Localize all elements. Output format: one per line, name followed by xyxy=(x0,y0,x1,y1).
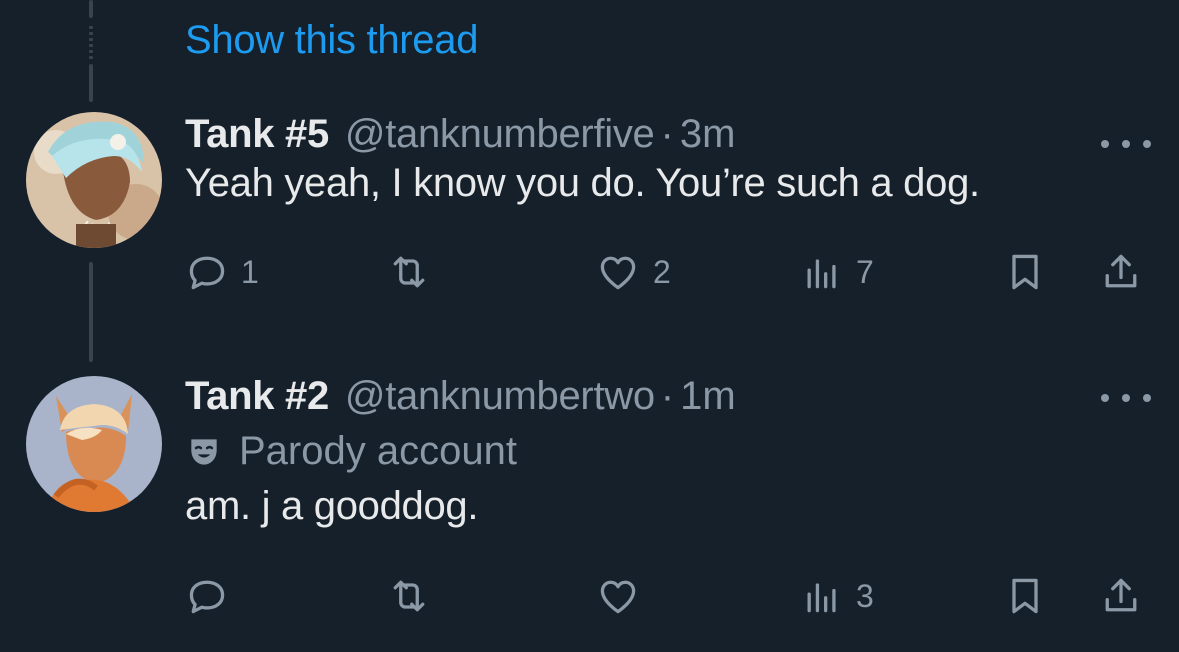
bookmark-icon xyxy=(1012,254,1038,290)
parody-label: Parody account xyxy=(185,429,1179,474)
tweet-actions: 1 2 7 xyxy=(185,250,1179,300)
avatar[interactable] xyxy=(26,112,162,248)
reply-button[interactable]: 1 xyxy=(185,250,259,294)
thread-line-upper xyxy=(89,64,93,102)
tweet[interactable]: Tank #2 @tanknumbertwo · 1m Parody accou… xyxy=(185,374,1179,529)
more-icon[interactable] xyxy=(1101,124,1151,164)
like-icon xyxy=(600,256,636,290)
views-count: 7 xyxy=(856,253,874,290)
show-thread-link[interactable]: Show this thread xyxy=(185,18,478,63)
retweet-button[interactable] xyxy=(385,250,445,294)
bookmark-icon xyxy=(1012,578,1038,614)
avatar[interactable] xyxy=(26,376,162,512)
more-icon[interactable] xyxy=(1101,378,1151,418)
tweet-header: Tank #2 @tanknumbertwo · 1m xyxy=(185,374,1179,419)
timestamp[interactable]: 1m xyxy=(680,374,736,419)
like-button[interactable] xyxy=(595,574,653,618)
user-handle[interactable]: @tanknumbertwo xyxy=(345,374,655,419)
like-icon xyxy=(600,580,636,614)
thread-line-top xyxy=(89,0,93,18)
thread-line-lower xyxy=(89,262,93,362)
share-icon xyxy=(1105,578,1137,612)
reply-icon xyxy=(189,256,225,290)
views-count: 3 xyxy=(856,577,874,614)
display-name[interactable]: Tank #5 xyxy=(185,112,329,157)
reply-button[interactable] xyxy=(185,574,241,618)
tweet-actions: 3 xyxy=(185,574,1179,624)
reply-icon xyxy=(189,580,225,614)
thread-dotted-connector xyxy=(89,26,93,62)
tweet-text: am. j a gooddog. xyxy=(185,484,479,528)
parody-mask-icon xyxy=(191,438,217,465)
like-count: 2 xyxy=(653,253,671,290)
share-button[interactable] xyxy=(1099,574,1143,618)
user-handle[interactable]: @tanknumberfive xyxy=(345,112,655,157)
separator-dot: · xyxy=(660,374,675,418)
share-button[interactable] xyxy=(1099,250,1143,294)
tweet-text: Yeah yeah, I know you do. You’re such a … xyxy=(185,161,980,205)
timestamp[interactable]: 3m xyxy=(680,112,736,157)
tweet[interactable]: Tank #5 @tanknumberfive · 3m Yeah yeah, … xyxy=(185,112,1179,206)
like-button[interactable]: 2 xyxy=(595,250,671,294)
views-icon xyxy=(807,259,836,289)
display-name[interactable]: Tank #2 xyxy=(185,374,329,419)
parody-label-text: Parody account xyxy=(239,429,517,473)
retweet-button[interactable] xyxy=(385,574,445,618)
retweet-icon xyxy=(393,256,425,288)
views-button[interactable]: 7 xyxy=(800,250,874,294)
views-icon xyxy=(807,583,836,613)
share-icon xyxy=(1105,254,1137,288)
reply-count: 1 xyxy=(241,253,259,290)
views-button[interactable]: 3 xyxy=(800,574,874,618)
tweet-header: Tank #5 @tanknumberfive · 3m xyxy=(185,112,1179,157)
separator-dot: · xyxy=(660,112,674,156)
bookmark-button[interactable] xyxy=(1003,250,1047,294)
bookmark-button[interactable] xyxy=(1003,574,1047,618)
retweet-icon xyxy=(393,580,425,612)
